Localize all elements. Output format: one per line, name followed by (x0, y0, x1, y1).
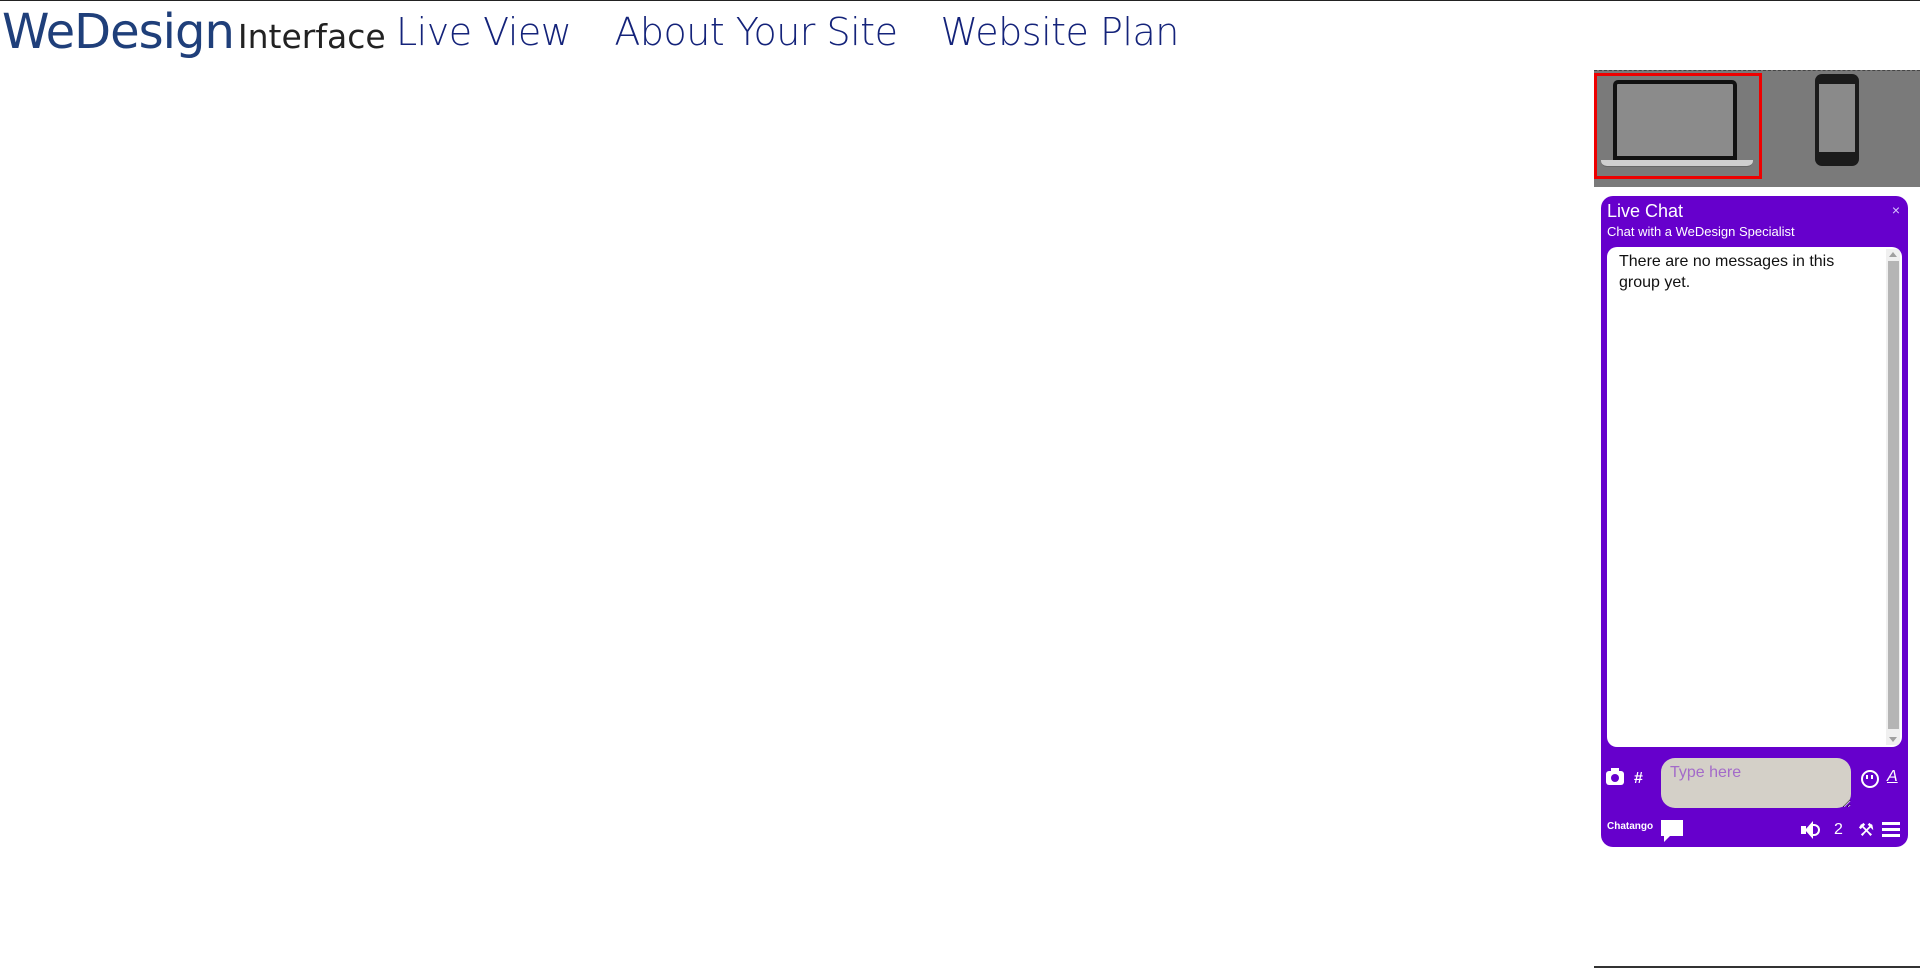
laptop-screen (1613, 80, 1737, 160)
live-chat-widget: Live Chat Chat with a WeDesign Specialis… (1601, 196, 1908, 847)
menu-icon[interactable] (1882, 822, 1900, 837)
emoji-icon[interactable] (1861, 770, 1879, 788)
message-composer: # A (1601, 756, 1908, 810)
device-switcher (1594, 70, 1920, 187)
nav-live-view[interactable]: Live View (396, 10, 572, 54)
nav-about-your-site[interactable]: About Your Site (614, 10, 898, 54)
text-format-icon[interactable]: A (1887, 768, 1898, 786)
scroll-up-arrow-icon[interactable] (1889, 252, 1897, 257)
chatango-link[interactable]: Chatango (1607, 821, 1653, 832)
chat-footer: Chatango 2 ⚒ (1601, 810, 1908, 844)
hashtag-icon[interactable]: # (1634, 770, 1643, 788)
chat-subtitle: Chat with a WeDesign Specialist (1607, 224, 1795, 239)
camera-icon[interactable] (1606, 768, 1624, 785)
message-scrollbar[interactable] (1886, 249, 1900, 745)
phone-screen (1819, 84, 1855, 152)
logo-main-text: WeDesign (2, 4, 235, 60)
speaker-icon[interactable] (1801, 821, 1823, 839)
hammer-icon[interactable]: ⚒ (1858, 820, 1874, 841)
scroll-thumb[interactable] (1888, 261, 1899, 729)
empty-message: There are no messages in this group yet. (1619, 253, 1835, 291)
bottom-border (1594, 966, 1920, 968)
scroll-down-arrow-icon[interactable] (1889, 737, 1897, 742)
user-count: 2 (1834, 821, 1843, 838)
logo-sub-text: Interface (237, 17, 386, 56)
phone-icon[interactable] (1815, 74, 1859, 166)
nav-website-plan[interactable]: Website Plan (940, 10, 1179, 54)
chat-message-input[interactable] (1661, 758, 1851, 808)
close-icon[interactable]: × (1892, 202, 1900, 218)
site-logo[interactable]: WeDesign Interface (2, 4, 386, 60)
main-nav: Live View About Your Site Website Plan (396, 10, 1222, 54)
chat-title: Live Chat (1607, 201, 1684, 221)
chat-bubble-icon[interactable] (1661, 820, 1683, 842)
laptop-icon[interactable] (1594, 73, 1762, 179)
site-header: WeDesign Interface Live View About Your … (0, 0, 1920, 66)
laptop-base (1601, 160, 1753, 167)
message-list: There are no messages in this group yet. (1607, 247, 1902, 747)
